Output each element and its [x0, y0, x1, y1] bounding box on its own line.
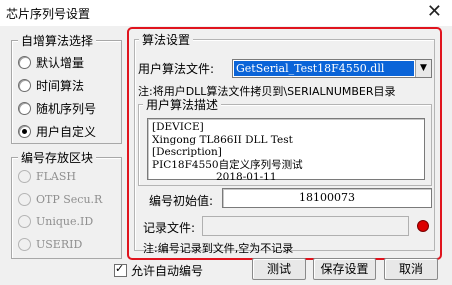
radio-label: USERID — [36, 238, 83, 251]
highlight-frame: 算法设置 用户算法文件: GetSerial_Test18F4550.dll ▼… — [127, 27, 442, 260]
desc-line: 2018-01-11 — [216, 171, 277, 183]
save-settings-button[interactable]: 保存设置 — [313, 258, 376, 280]
radio-button[interactable] — [18, 102, 31, 115]
radio-button — [18, 215, 31, 228]
radio-userid: USERID — [18, 238, 82, 251]
radio-button — [18, 193, 31, 206]
radio-time-algorithm[interactable]: 时间算法 — [18, 77, 84, 94]
radio-button — [18, 238, 31, 251]
radio-flash: FLASH — [18, 170, 76, 183]
radio-button[interactable] — [18, 79, 31, 92]
close-icon[interactable]: ✕ — [427, 2, 442, 22]
radio-label: FLASH — [36, 170, 77, 183]
desc-line: Xingong TL866II DLL Test — [152, 133, 293, 146]
desc-line: [Description] — [152, 146, 222, 158]
dialog-body: 自增算法选择 默认增量 时间算法 随机序列号 用户自定义 编号存放区块 FLAS… — [0, 26, 452, 285]
radio-label: 随机序列号 — [36, 102, 97, 116]
radio-default-increment[interactable]: 默认增量 — [18, 54, 84, 71]
record-file-label: 记录文件: — [143, 221, 196, 235]
algo-select-title: 自增算法选择 — [18, 32, 97, 49]
auto-number-checkbox[interactable] — [114, 262, 127, 277]
storage-group: 编号存放区块 FLASH OTP Secu.R Unique.ID USERID — [11, 149, 122, 259]
record-note: 注:编号记录到文件,空为不记录 — [143, 242, 294, 255]
radio-otp: OTP Secu.R — [18, 193, 102, 206]
window-title: 芯片序列号设置 — [6, 7, 91, 21]
algo-file-label: 用户算法文件: — [138, 62, 215, 76]
record-button-icon[interactable] — [417, 220, 429, 232]
title-bar: 芯片序列号设置 ✕ — [0, 0, 452, 27]
description-title: 用户算法描述 — [143, 96, 222, 113]
algo-select-group: 自增算法选择 默认增量 时间算法 随机序列号 用户自定义 — [11, 32, 122, 144]
radio-label: 默认增量 — [36, 56, 85, 70]
radio-label: 用户自定义 — [36, 125, 97, 139]
record-file-input[interactable] — [202, 216, 409, 236]
radio-random-serial[interactable]: 随机序列号 — [18, 100, 96, 117]
description-group: 用户算法描述 [DEVICE] Xingong TL866II DLL Test… — [138, 96, 432, 186]
radio-label: Unique.ID — [36, 215, 94, 228]
initial-value-input[interactable]: 18100073 — [222, 188, 432, 208]
description-textarea[interactable]: [DEVICE] Xingong TL866II DLL Test [Descr… — [147, 118, 425, 183]
radio-button — [18, 170, 31, 183]
initial-value-label: 编号初始值: — [149, 194, 214, 208]
storage-title: 编号存放区块 — [18, 149, 97, 166]
algo-file-select[interactable]: GetSerial_Test18F4550.dll ▼ — [232, 59, 432, 78]
radio-button[interactable] — [18, 56, 31, 69]
radio-unique-id: Unique.ID — [18, 215, 93, 228]
radio-label: 时间算法 — [36, 79, 85, 93]
test-button[interactable]: 测试 — [252, 258, 306, 280]
algo-settings-title: 算法设置 — [139, 31, 194, 48]
chevron-down-icon[interactable]: ▼ — [415, 60, 431, 77]
radio-label: OTP Secu.R — [36, 193, 103, 206]
desc-line: PIC18F4550自定义序列号测试 — [152, 158, 303, 171]
algo-file-value: GetSerial_Test18F4550.dll — [234, 61, 414, 76]
cancel-button[interactable]: 取消 — [384, 258, 438, 280]
radio-user-defined[interactable]: 用户自定义 — [18, 123, 96, 140]
radio-button-checked[interactable] — [18, 125, 31, 138]
desc-line: [DEVICE] — [152, 121, 204, 133]
auto-number-label: 允许自动编号 — [131, 264, 204, 278]
algo-settings-group: 算法设置 用户算法文件: GetSerial_Test18F4550.dll ▼… — [134, 31, 435, 255]
auto-number-checkbox-row[interactable]: 允许自动编号 — [114, 262, 203, 279]
